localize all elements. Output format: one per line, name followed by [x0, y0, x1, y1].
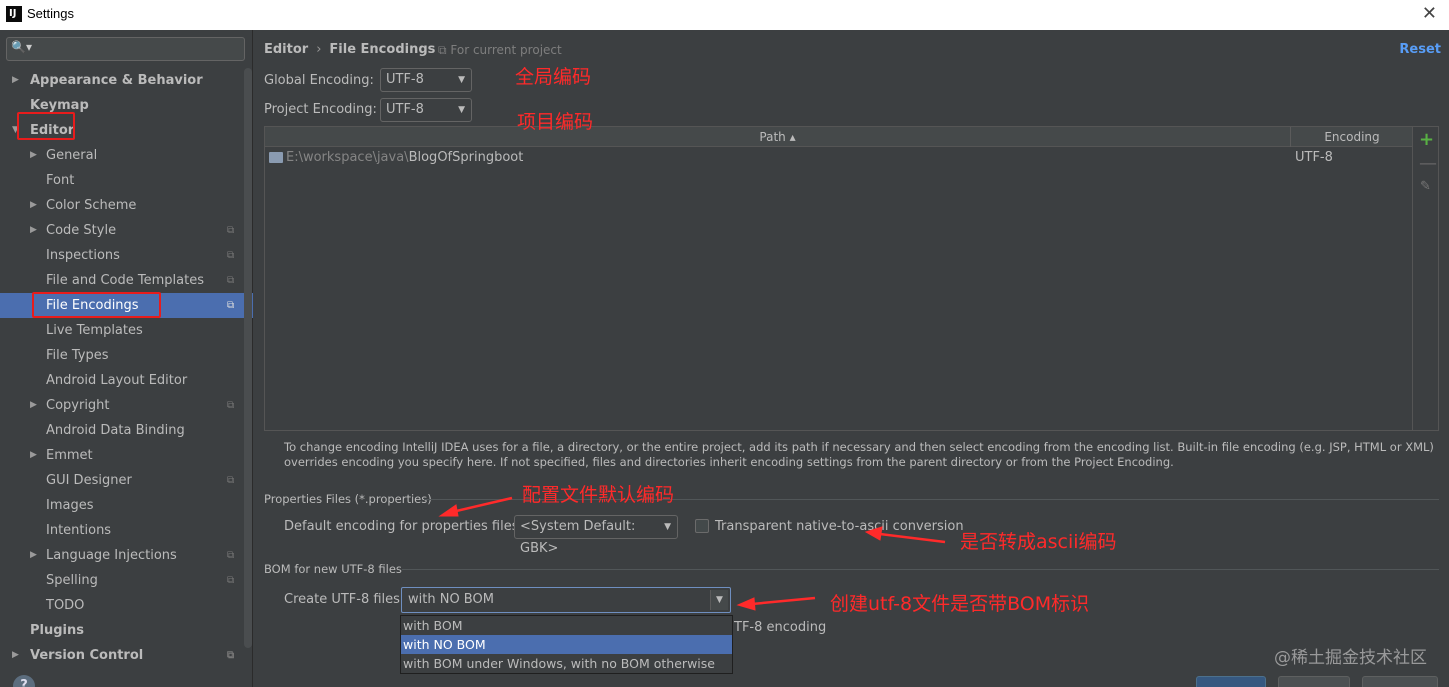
arrow-bom-head	[736, 597, 756, 611]
arrow-properties-head	[438, 504, 459, 517]
arrow-ascii	[879, 532, 946, 544]
watermark: @稀土掘金技术社区	[1274, 648, 1427, 668]
arrow-ascii-head	[864, 526, 883, 541]
arrow-bom	[751, 596, 816, 606]
arrow-properties	[451, 496, 513, 514]
annotation-arrows	[438, 496, 946, 611]
